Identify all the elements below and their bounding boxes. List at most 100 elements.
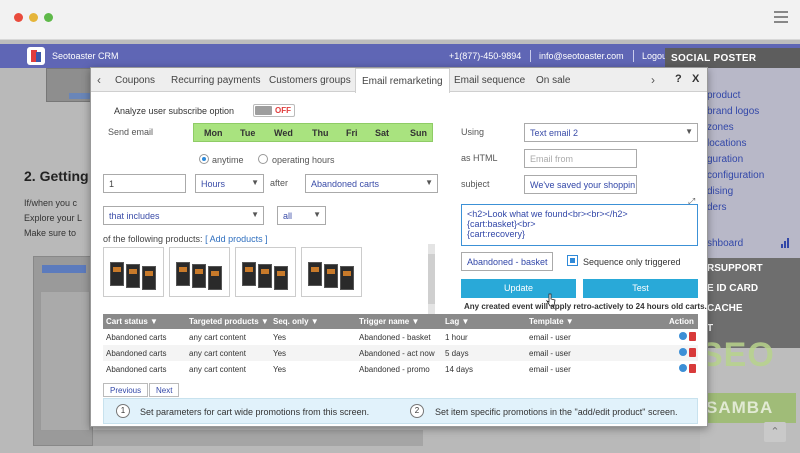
header-email[interactable]: info@seotoaster.com	[539, 51, 624, 61]
products-scrollbar[interactable]	[428, 244, 435, 314]
update-button[interactable]: Update	[461, 279, 576, 298]
header-divider	[633, 50, 634, 62]
sidebar-item[interactable]: zones	[707, 122, 734, 133]
sidebar-item[interactable]: configuration	[707, 170, 764, 181]
test-button[interactable]: Test	[583, 279, 698, 298]
tab-customers-groups[interactable]: Customers groups	[269, 75, 351, 86]
minimize-window-dot[interactable]	[29, 13, 38, 22]
lag-value-input[interactable]: 1	[103, 174, 186, 193]
seotoaster-logo	[27, 47, 45, 65]
tab-prev-icon[interactable]: ‹	[97, 73, 101, 87]
column-header-seq-only[interactable]: Seq. only ▼	[273, 317, 319, 326]
tab-next-icon[interactable]: ›	[651, 73, 655, 87]
step-text: Set item specific promotions in the "add…	[435, 407, 678, 417]
step-number: 1	[116, 404, 130, 418]
close-icon[interactable]: X	[692, 73, 699, 85]
edit-icon[interactable]	[679, 332, 687, 340]
previous-page-button[interactable]: Previous	[103, 383, 149, 397]
cell-seq-only: Yes	[273, 333, 287, 342]
template-value: Text email 2	[530, 128, 579, 138]
day-thu[interactable]: Thu	[312, 128, 329, 138]
background-bullet: If/when you c	[24, 198, 78, 208]
as-html-label: as HTML	[461, 153, 498, 163]
cell-trigger-name: Abandoned - promo	[359, 365, 430, 374]
sidebar-item[interactable]: locations	[707, 138, 746, 149]
cell-template: email - user	[529, 349, 571, 358]
lag-unit-select[interactable]: Hours ▼	[195, 174, 264, 193]
email-from-input[interactable]: Email from	[524, 149, 637, 168]
maximize-window-dot[interactable]	[44, 13, 53, 22]
product-thumbnail[interactable]	[301, 247, 362, 297]
sequence-only-checkbox[interactable]	[567, 255, 578, 266]
subject-input[interactable]: We've saved your shoppin	[524, 175, 637, 194]
trigger-select[interactable]: Abandoned carts ▼	[305, 174, 438, 193]
table-row[interactable]: Abandoned carts any cart content Yes Aba…	[103, 329, 698, 345]
hamburger-menu-icon[interactable]	[774, 11, 788, 23]
weekday-selector: Mon Tue Wed Thu Fri Sat Sun	[193, 123, 433, 142]
cell-targeted-products: any cart content	[189, 349, 246, 358]
sidebar-item[interactable]: product	[707, 90, 740, 101]
scroll-to-top-icon[interactable]: ⌃	[764, 422, 786, 442]
day-fri[interactable]: Fri	[346, 128, 358, 138]
product-thumbnail[interactable]	[235, 247, 296, 297]
scrollbar-thumb[interactable]	[428, 254, 435, 304]
tab-email-sequence[interactable]: Email sequence	[454, 75, 525, 86]
tab-coupons[interactable]: Coupons	[115, 75, 155, 86]
sidebar-item[interactable]: dising	[707, 186, 733, 197]
toggle-state: OFF	[275, 106, 291, 115]
column-header-template[interactable]: Template ▼	[529, 317, 574, 326]
day-wed[interactable]: Wed	[274, 128, 293, 138]
radio-operating-hours[interactable]	[258, 154, 268, 164]
background-bullet: Explore your L	[24, 213, 83, 223]
sidebar-item-dashboard[interactable]: shboard	[707, 238, 743, 249]
product-thumbnail[interactable]	[103, 247, 164, 297]
cell-seq-only: Yes	[273, 365, 287, 374]
column-header-lag[interactable]: Lag ▼	[445, 317, 469, 326]
add-products-link[interactable]: [ Add products ]	[205, 234, 268, 244]
table-row[interactable]: Abandoned carts any cart content Yes Aba…	[103, 361, 698, 377]
edit-icon[interactable]	[679, 364, 687, 372]
sidebar-item[interactable]: brand logos	[707, 106, 759, 117]
next-page-button[interactable]: Next	[149, 383, 180, 397]
delete-icon[interactable]	[689, 332, 696, 341]
close-window-dot[interactable]	[14, 13, 23, 22]
subscribe-toggle[interactable]: OFF	[253, 104, 295, 117]
column-header-targeted-products[interactable]: Targeted products ▼	[189, 317, 269, 326]
day-sun[interactable]: Sun	[410, 128, 427, 138]
header-phone[interactable]: +1(877)-450-9894	[449, 51, 521, 61]
tab-recurring-payments[interactable]: Recurring payments	[171, 75, 260, 86]
cell-cart-status: Abandoned carts	[106, 333, 167, 342]
seo-samba-watermark: SAMBA	[700, 393, 796, 423]
help-bar: 1 Set parameters for cart wide promotion…	[103, 398, 698, 424]
products-label-text: of the following products:	[103, 234, 203, 244]
delete-icon[interactable]	[689, 348, 696, 357]
retroactive-note: Any created event will apply retro-activ…	[464, 302, 707, 311]
column-header-cart-status[interactable]: Cart status ▼	[106, 317, 158, 326]
day-sat[interactable]: Sat	[375, 128, 389, 138]
sidebar-item[interactable]: ders	[707, 202, 726, 213]
product-thumbnail[interactable]	[169, 247, 230, 297]
day-tue[interactable]: Tue	[240, 128, 255, 138]
filter-mode-select[interactable]: that includes ▼	[103, 206, 264, 225]
table-row[interactable]: Abandoned carts any cart content Yes Aba…	[103, 345, 698, 361]
delete-icon[interactable]	[689, 364, 696, 373]
help-icon[interactable]: ?	[675, 73, 682, 85]
browser-chrome	[0, 0, 800, 40]
trigger-name-input[interactable]: Abandoned - basket	[461, 252, 553, 271]
radio-operating-hours-label: operating hours	[272, 155, 335, 165]
brand-name: Seotoaster CRM	[52, 51, 119, 61]
day-mon[interactable]: Mon	[204, 128, 223, 138]
cell-cart-status: Abandoned carts	[106, 349, 167, 358]
filter-scope-select[interactable]: all ▼	[277, 206, 326, 225]
tab-on-sale[interactable]: On sale	[536, 75, 570, 86]
edit-icon[interactable]	[679, 348, 687, 356]
radio-anytime[interactable]	[199, 154, 209, 164]
sidebar-item[interactable]: guration	[707, 154, 743, 165]
social-poster-title[interactable]: SOCIAL POSTER	[665, 48, 800, 68]
column-header-trigger-name[interactable]: Trigger name ▼	[359, 317, 419, 326]
template-select[interactable]: Text email 2 ▼	[524, 123, 698, 142]
logout-link[interactable]: Logou	[642, 51, 667, 61]
cell-lag: 5 days	[445, 349, 469, 358]
tab-email-remarketing[interactable]: Email remarketing	[355, 68, 450, 93]
email-body-editor[interactable]: <h2>Look what we found<br><br></h2> {car…	[461, 204, 698, 246]
